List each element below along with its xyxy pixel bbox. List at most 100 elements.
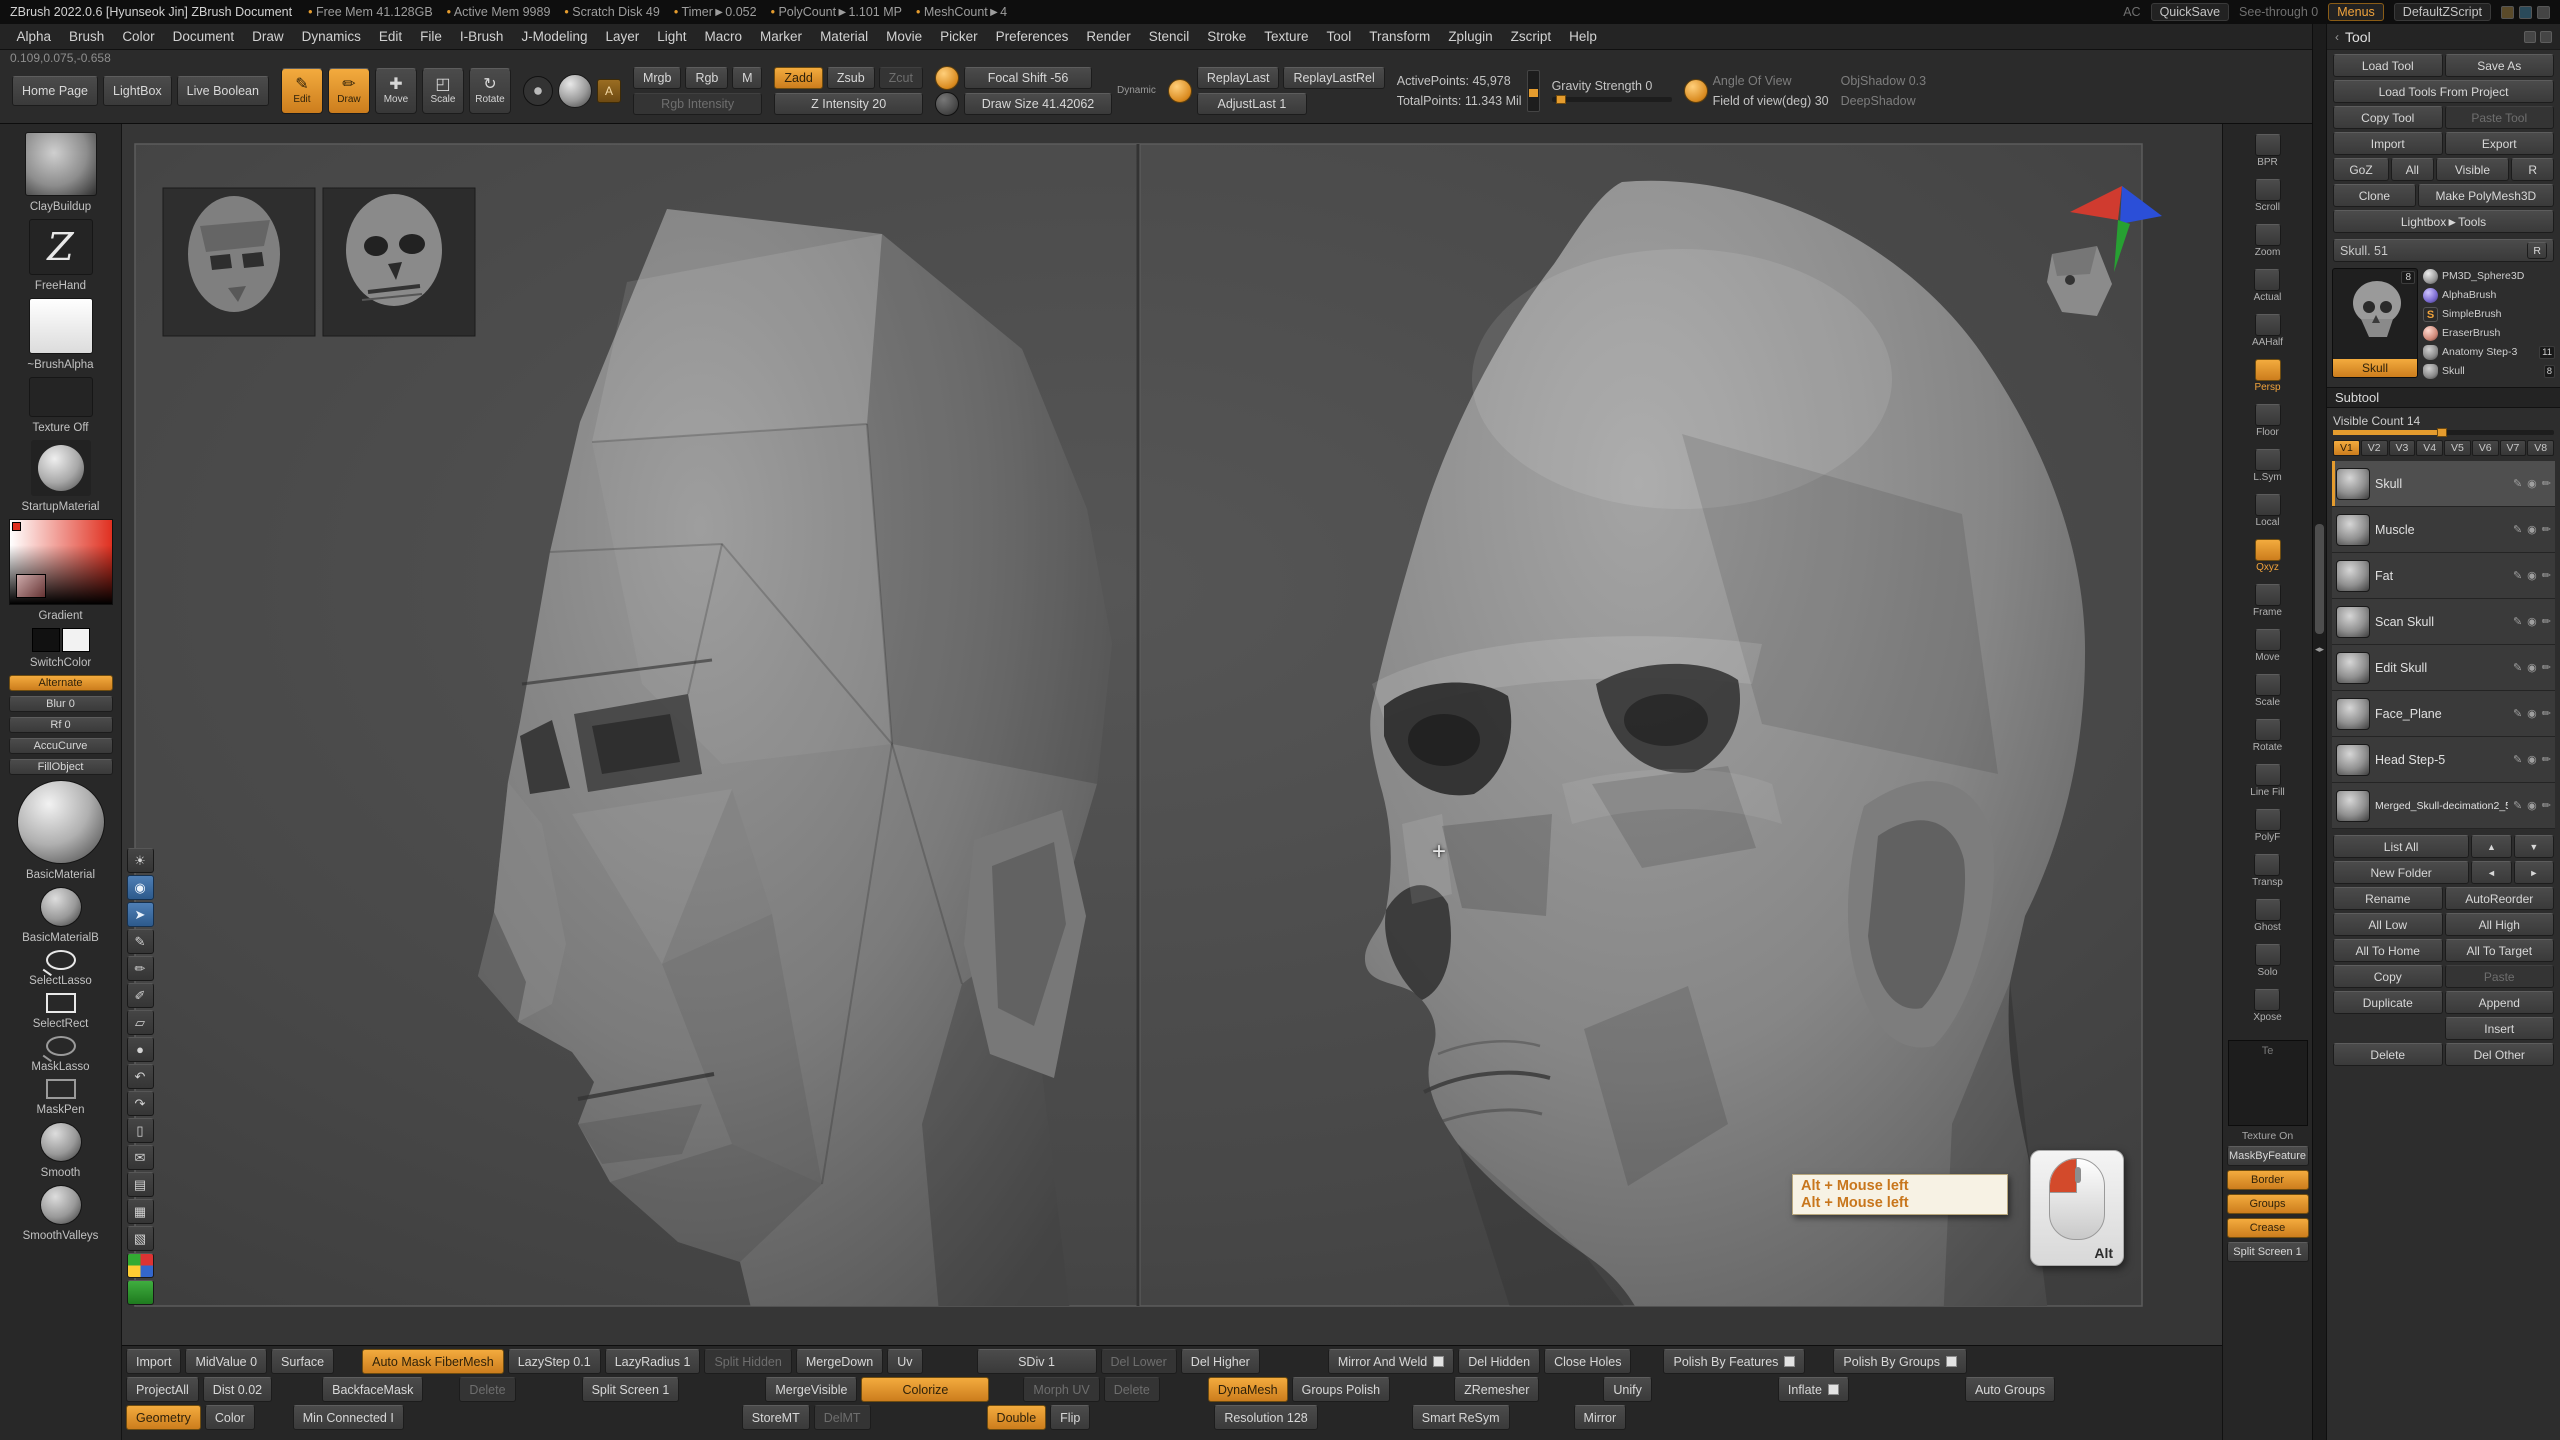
subtool-action-button[interactable]: Copy [2333, 965, 2443, 988]
tray-button[interactable]: Unify [1603, 1377, 1651, 1402]
tool-button[interactable]: Make PolyMesh3D [2418, 184, 2554, 207]
tray-button[interactable]: Resolution 128 [1214, 1405, 1317, 1430]
tool-button[interactable]: Copy Tool [2333, 106, 2443, 129]
menu-item[interactable]: Marker [752, 26, 811, 47]
view-tab[interactable]: V3 [2389, 440, 2416, 456]
panel-dock-icon[interactable] [2540, 31, 2552, 43]
tray-button[interactable]: Mirror And Weld [1328, 1349, 1454, 1374]
quick-tool-icon[interactable]: ↷ [127, 1091, 154, 1116]
menu-item[interactable]: I-Brush [451, 26, 512, 47]
quick-tool-icon[interactable]: ● [127, 1037, 154, 1062]
live-boolean-button[interactable]: Live Boolean [177, 76, 269, 106]
panel-divider[interactable]: ◂▸ [2312, 24, 2326, 1440]
menus-button[interactable]: Menus [2328, 3, 2384, 21]
eye-icon[interactable] [2527, 615, 2537, 628]
stroke-type-thumbnail[interactable]: Z [29, 219, 93, 275]
mask-lasso-icon[interactable] [46, 1036, 76, 1056]
z-intensity-slider[interactable]: Z Intensity 20 [774, 93, 923, 115]
view-toggle-button[interactable]: PolyF [2255, 809, 2281, 851]
polypaint-icon[interactable] [2513, 615, 2522, 628]
view-tab[interactable]: V4 [2416, 440, 2443, 456]
tool-button[interactable]: Export [2445, 132, 2555, 155]
view-toggle-button[interactable]: Transp [2252, 854, 2283, 896]
subtool-section-header[interactable]: Subtool [2327, 387, 2560, 408]
focal-shift-slider[interactable]: Focal Shift -56 [964, 67, 1092, 89]
edit-icon[interactable] [2542, 615, 2551, 628]
tray-button[interactable]: Split Hidden [704, 1349, 791, 1374]
tray-button[interactable]: Auto Mask FiberMesh [362, 1349, 504, 1374]
view-toggle-button[interactable]: Solo [2255, 944, 2281, 986]
menu-item[interactable]: Preferences [987, 26, 1077, 47]
obj-shadow-slider[interactable]: ObjShadow 0.3 [1841, 74, 1926, 88]
texture-on-label[interactable]: Texture On [2242, 1130, 2293, 1142]
menu-item[interactable]: Macro [696, 26, 751, 47]
texture-preview[interactable]: Te [2228, 1040, 2308, 1126]
tray-button[interactable]: Inflate [1778, 1377, 1849, 1402]
view-toggle-button[interactable]: Ghost [2254, 899, 2281, 941]
subtool-action-button[interactable]: Duplicate [2333, 991, 2443, 1014]
tool-button[interactable]: Load Tools From Project [2333, 80, 2554, 103]
tray-button[interactable]: DynaMesh [1208, 1377, 1288, 1402]
replay-icon[interactable] [1168, 79, 1192, 103]
tray-button[interactable]: Colorize [861, 1377, 989, 1402]
tray-button[interactable]: LazyStep 0.1 [508, 1349, 601, 1374]
polypaint-icon[interactable] [2513, 799, 2522, 812]
dynamic-label[interactable]: Dynamic [1117, 85, 1156, 96]
polypaint-icon[interactable] [2513, 753, 2522, 766]
subtool-thumbnail[interactable] [2336, 514, 2370, 546]
recent-tool[interactable]: Anatomy Step-3 11 [2423, 344, 2555, 360]
scale-mode-button[interactable]: ◰ Scale [422, 68, 464, 114]
current-tool-bar[interactable]: Skull. 51 R [2333, 239, 2554, 262]
m-button[interactable]: M [732, 67, 762, 89]
replay-last-button[interactable]: ReplayLast [1197, 67, 1280, 89]
tool-button[interactable]: All [2391, 158, 2434, 181]
tray-button[interactable]: Del Higher [1181, 1349, 1260, 1374]
chevron-left-icon[interactable] [2335, 30, 2339, 44]
gradient-swatch[interactable] [16, 574, 46, 598]
tray-button[interactable]: ProjectAll [126, 1377, 199, 1402]
tray-button[interactable]: ZRemesher [1454, 1377, 1539, 1402]
tray-button[interactable]: MidValue 0 [185, 1349, 267, 1374]
scrollbar-handle[interactable] [2315, 524, 2324, 634]
select-lasso-icon[interactable] [46, 950, 76, 970]
menu-item[interactable]: Material [812, 26, 877, 47]
subtool-row[interactable]: Merged_Skull-decimation2_5 [2332, 783, 2555, 829]
subtool-row[interactable]: Fat [2332, 553, 2555, 599]
tool-button[interactable]: Clone [2333, 184, 2416, 207]
menu-item[interactable]: Brush [61, 26, 113, 47]
edit-icon[interactable] [2542, 661, 2551, 674]
edit-icon[interactable] [2542, 477, 2551, 490]
material-preview-icon[interactable] [558, 74, 592, 108]
mask-pen-icon[interactable] [46, 1079, 76, 1099]
tray-button[interactable]: Groups Polish [1292, 1377, 1391, 1402]
view-toggle-button[interactable]: Move [2255, 629, 2281, 671]
menu-item[interactable]: Document [164, 26, 243, 47]
tray-button[interactable]: Morph UV [1023, 1377, 1099, 1402]
zadd-button[interactable]: Zadd [774, 67, 823, 89]
color-picker[interactable] [9, 519, 113, 605]
crease-button[interactable]: Crease [2227, 1218, 2309, 1238]
anchor-button[interactable]: A [597, 79, 621, 103]
view-toggle-button[interactable]: Rotate [2253, 719, 2282, 761]
tray-button[interactable]: MergeDown [796, 1349, 883, 1374]
edit-icon[interactable] [2542, 707, 2551, 720]
eye-icon[interactable] [2527, 753, 2537, 766]
menu-item[interactable]: Transform [1361, 26, 1439, 47]
quick-tool-icon[interactable]: ✏ [127, 956, 154, 981]
subtool-action-button[interactable]: New Folder [2333, 861, 2469, 884]
subtool-action-button[interactable]: Delete [2333, 1043, 2443, 1066]
quick-tool-icon[interactable]: ▱ [127, 1010, 154, 1035]
subtool-row[interactable]: Edit Skull [2332, 645, 2555, 691]
subtool-action-button[interactable]: AutoReorder [2445, 887, 2555, 910]
menu-item[interactable]: Help [1561, 26, 1606, 47]
border-button[interactable]: Border [2227, 1170, 2309, 1190]
view-tab[interactable]: V2 [2361, 440, 2388, 456]
menu-item[interactable]: Zplugin [1440, 26, 1501, 47]
blur-slider[interactable]: Blur 0 [9, 696, 113, 712]
menu-item[interactable]: Render [1078, 26, 1139, 47]
menu-item[interactable]: Color [114, 26, 163, 47]
field-of-view-slider[interactable]: Field of view(deg) 30 [1713, 94, 1829, 108]
tray-button[interactable]: Del Hidden [1458, 1349, 1540, 1374]
quick-tool-icon[interactable]: ▦ [127, 1199, 154, 1224]
mrgb-button[interactable]: Mrgb [633, 67, 681, 89]
